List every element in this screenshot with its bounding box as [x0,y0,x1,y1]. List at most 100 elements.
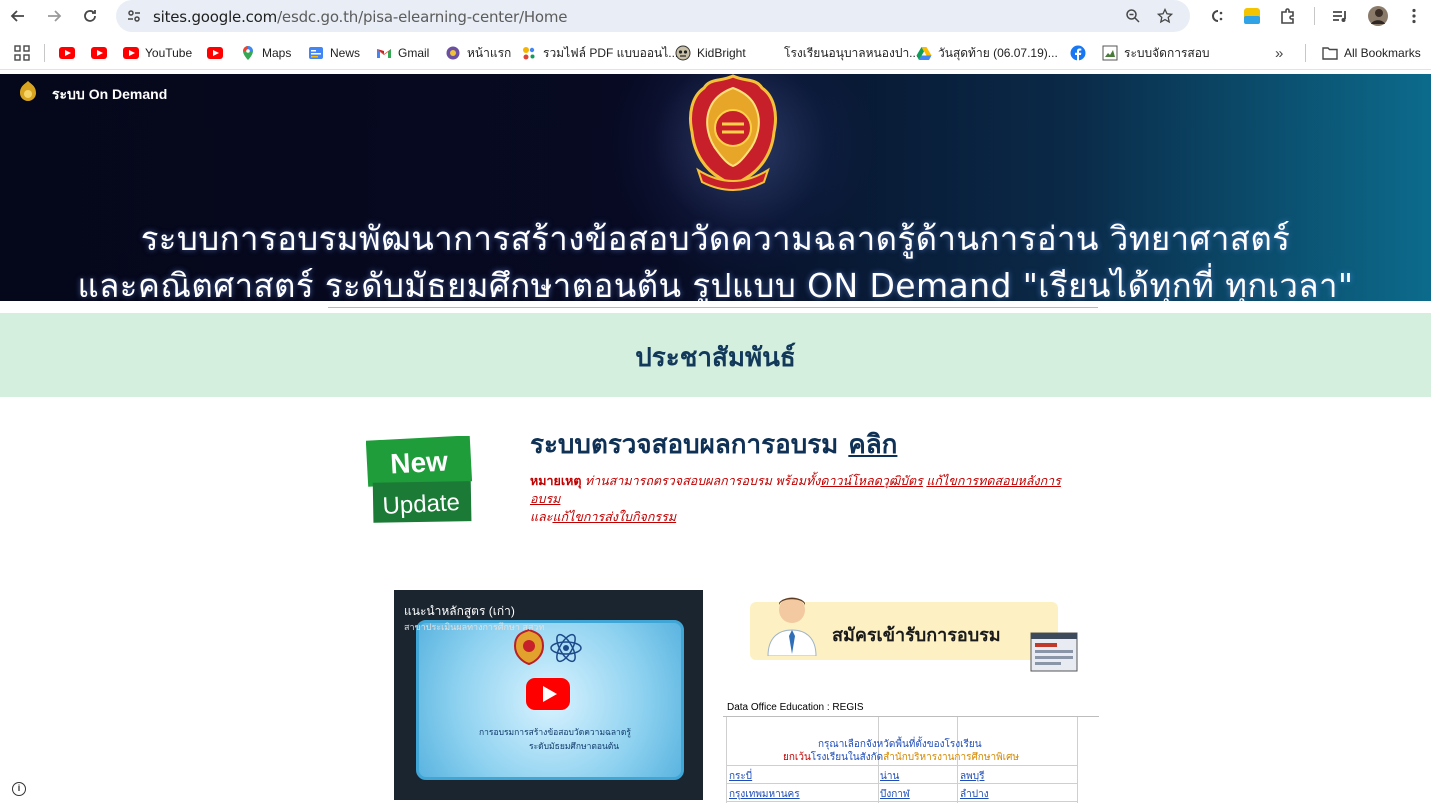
back-button[interactable] [6,4,30,28]
page-icon [1102,45,1118,61]
exception-prefix: ยกเว้น [783,752,811,763]
bookmark-label: Gmail [398,46,430,60]
tool-icon [521,45,537,61]
register-training-banner[interactable]: สมัครเข้ารับการอบรม [750,592,1080,674]
kidbright-icon [675,45,691,61]
bookmark-youtube-3[interactable]: YouTube [123,44,192,62]
banner-title-line-1: ระบบการอบรมพัฒนาการสร้างข้อสอบวัดความฉลา… [140,219,1291,258]
bookmark-label: โรงเรียนอนุบาลหนองปา... [784,45,920,60]
bookmark-kidbright[interactable]: KidBright [675,44,746,62]
bookmarks-bar: YouTube Maps News Gmail หน้าแรก รวมไฟล์ … [0,36,1431,70]
all-bookmarks-label: All Bookmarks [1344,46,1421,60]
bookmark-maps[interactable]: Maps [240,44,291,62]
media-control-icon[interactable] [1328,4,1352,28]
computer-window-icon [1030,632,1078,672]
bookmark-label: รวมไฟล์ PDF แบบออนไ... [543,45,679,60]
bookmark-label: KidBright [697,46,746,60]
maps-icon [240,45,256,61]
facebook-icon [1070,45,1086,61]
all-bookmarks-button[interactable]: All Bookmarks [1322,44,1421,62]
bookmark-label: Maps [262,46,292,60]
province-sheet-table: กรุณาเลือกจังหวัดพื้นที่ตั้งของโรงเรียน … [723,716,1099,803]
results-check-heading: ระบบตรวจสอบผลการอบรม คลิก [530,424,897,465]
bookmarks-separator [44,44,45,62]
browser-menu-icon[interactable] [1402,4,1426,28]
more-bookmarks-button[interactable]: » [1275,44,1283,62]
exception-office: สำนักบริหารงานการศึกษาพิเศษ [883,752,1020,763]
province-link[interactable]: ลพบุรี [960,769,984,784]
url-path: /esdc.go.th/pisa-elearning-center/Home [277,8,568,26]
results-check-title: ระบบตรวจสอบผลการอบรม [530,430,839,460]
exception-middle: โรงเรียนในสังกัด [810,752,884,763]
bookmark-exam-system[interactable]: ระบบจัดการสอบ [1102,44,1210,62]
bookmark-facebook[interactable] [1070,44,1092,62]
youtube-video-embed[interactable]: การอบรมการสร้างข้อสอบวัดความฉลาดรู้ ระดั… [394,590,703,800]
bookmark-youtube-1[interactable] [59,44,81,62]
note-label: หมายเหตุ [530,474,582,488]
register-training-label: สมัครเข้ารับการอบรม [832,625,1001,646]
bookmark-drive[interactable]: วันสุดท้าย (06.07.19)... [916,44,1058,62]
province-link[interactable]: กรุงเทพมหานคร [729,787,800,802]
bookmark-label: YouTube [145,46,193,60]
sheet-exception-note: ยกเว้นโรงเรียนในสังกัดสำนักบริหารงานการศ… [783,750,1019,765]
person-icon [767,597,817,656]
extensions-puzzle-icon[interactable] [1276,4,1300,28]
site-logo-icon[interactable] [18,80,38,104]
forward-button[interactable] [42,4,66,28]
results-check-link[interactable]: คลิก [848,430,897,460]
video-caption-line-1: การอบรมการสร้างข้อสอบวัดความฉลาดรู้ [479,727,631,737]
bookmark-home[interactable]: หน้าแรก [445,44,511,62]
province-link[interactable]: ลำปาง [960,787,989,802]
apps-grid-button[interactable] [14,44,30,62]
sheet-caption: Data Office Education : REGIS [727,702,864,713]
address-bar[interactable]: sites.google.com/esdc.go.th/pisa-elearni… [116,0,1190,32]
download-certificate-link[interactable]: ดาวน์โหลดวุฒิบัตร [820,474,923,488]
video-title[interactable]: แนะนำหลักสูตร (เก่า) [404,602,515,621]
youtube-icon [59,45,75,61]
edit-activity-submission-link[interactable]: แก้ไขการส่งใบกิจกรรม [552,510,676,524]
video-channel[interactable]: สาขาประเมินผลทางการศึกษา สสวท [404,620,544,634]
sheet-grid-line [1077,717,1078,803]
bookmark-star-icon[interactable] [1154,5,1176,27]
page-content: ระบบ On Demand ระบบการอบรมพัฒนาการสร้างข… [0,74,1431,803]
new-update-badge: New Update [366,436,473,523]
news-icon [308,45,324,61]
site-info-icon[interactable] [123,5,145,27]
site-title[interactable]: ระบบ On Demand [52,84,167,106]
site-icon [445,45,461,61]
sheet-grid-line [726,717,727,803]
reload-button[interactable] [78,4,102,28]
info-icon: i [17,783,21,793]
site-info-button[interactable]: i [12,782,26,796]
results-note: หมายเหตุ ท่านสามารถตรวจสอบผลการอบรม พร้อ… [530,472,1090,526]
bookmark-news[interactable]: News [308,44,360,62]
toolbar-separator [1314,7,1315,25]
extension-c-icon[interactable] [1204,4,1228,28]
extension-webp-icon[interactable] [1240,4,1264,28]
drive-icon [916,45,932,61]
province-link[interactable]: บึงกาฬ [880,787,910,802]
province-link[interactable]: กระบี่ [729,769,752,784]
bookmark-pdf-tool[interactable]: รวมไฟล์ PDF แบบออนไ... [521,44,678,62]
bookmark-youtube-4[interactable] [207,44,229,62]
bookmark-school[interactable]: โรงเรียนอนุบาลหนองปา... [784,44,919,62]
youtube-play-button[interactable] [526,678,570,710]
youtube-icon [91,45,107,61]
province-link[interactable]: น่าน [880,769,899,784]
bookmark-gmail[interactable]: Gmail [376,44,429,62]
chevron-double-right-icon: » [1275,44,1284,62]
reload-icon [84,10,96,22]
bookmark-youtube-2[interactable] [91,44,113,62]
url-text[interactable]: sites.google.com/esdc.go.th/pisa-elearni… [153,8,568,26]
youtube-icon [207,45,223,61]
bookmarks-separator [1305,44,1306,62]
ministry-emblem-icon [689,74,777,191]
video-caption-line-2: ระดับมัธยมศึกษาตอนต้น [529,741,620,751]
zoom-icon[interactable] [1122,5,1144,27]
youtube-icon [123,45,139,61]
badge-new-text: New [389,446,448,480]
sheet-grid-line [726,765,1078,766]
header-banner: ระบบ On Demand ระบบการอบรมพัฒนาการสร้างข… [0,74,1431,301]
profile-avatar[interactable] [1366,4,1390,28]
banner-title-line-2: และคณิตศาสตร์ ระดับมัธยมศึกษาตอนต้น รูปแ… [77,266,1354,301]
